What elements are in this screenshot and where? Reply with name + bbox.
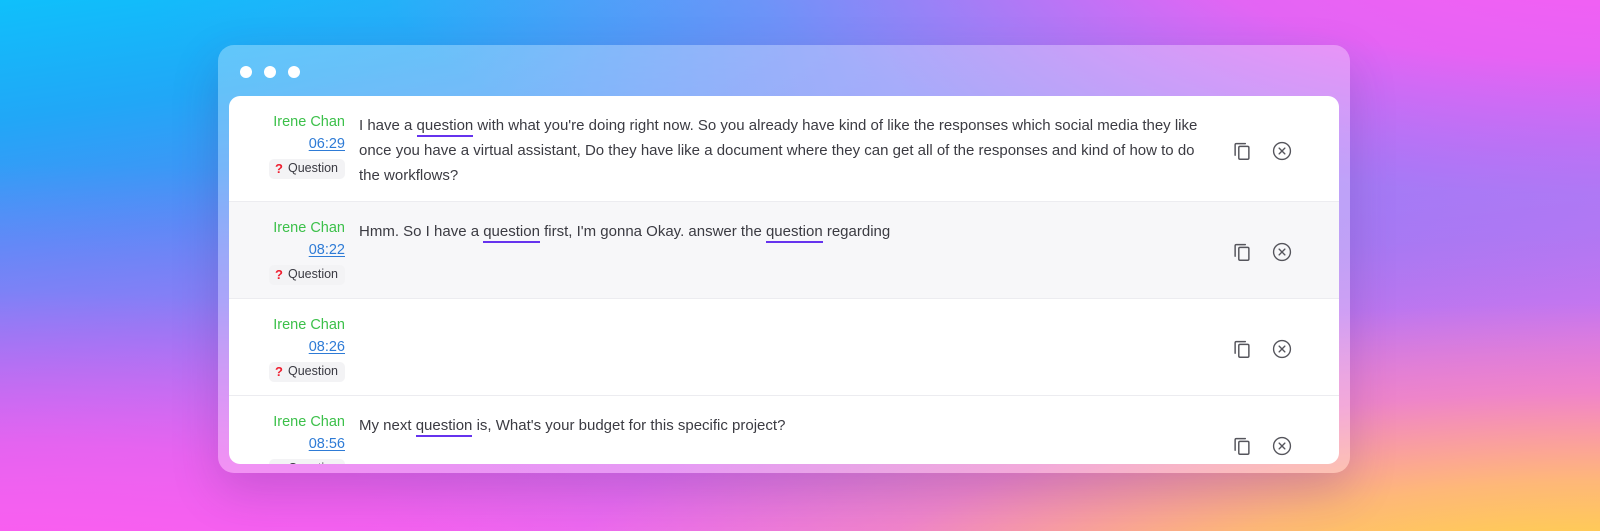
window-maximize-dot[interactable] (288, 65, 300, 78)
question-mark-icon: ? (275, 461, 283, 464)
window-close-dot[interactable] (240, 65, 252, 78)
transcript-body: My next question is, What's your budget … (345, 413, 1231, 464)
table-row[interactable]: Irene Chan 06:29? Question I have a questio… (229, 96, 1339, 202)
speaker-name: Irene Chan (273, 414, 345, 430)
transcript-text-segment: is, What's your budget for this specific… (472, 417, 786, 434)
status-badge[interactable]: ? Question (269, 159, 345, 179)
table-row[interactable]: Irene Chan 08:26? Question (229, 299, 1339, 396)
question-mark-icon: ? (275, 267, 283, 282)
keyword-highlight: question (415, 417, 473, 437)
status-badge-label: Question (287, 161, 338, 175)
row-meta: Irene Chan 08:56? Question (229, 413, 345, 464)
row-actions (1231, 338, 1339, 360)
transcript-body: Hmm. So I have a question first, I'm gon… (345, 219, 1231, 279)
copy-icon[interactable] (1231, 338, 1253, 360)
transcript-text-segment: regarding (822, 223, 891, 240)
question-mark-icon: ? (275, 364, 283, 379)
timestamp-link[interactable]: 06:29 (309, 135, 345, 154)
transcript-text-segment: with what you're doing right now. So you… (359, 117, 1198, 184)
app-window: Irene Chan 06:29? Question I have a questio… (218, 45, 1350, 473)
timestamp-link[interactable]: 08:26 (309, 338, 345, 357)
close-circle-icon[interactable] (1271, 338, 1293, 360)
table-row[interactable]: Irene Chan 08:56? Question My next question… (229, 396, 1339, 464)
row-meta: Irene Chan 08:22? Question (229, 219, 345, 285)
transcript-text: My next question is, What's your budget … (359, 413, 1211, 438)
status-badge-label: Question (288, 461, 338, 464)
window-minimize-dot[interactable] (264, 65, 276, 78)
window-titlebar (218, 45, 1350, 98)
timestamp-link[interactable]: 08:22 (309, 241, 345, 260)
transcript-card: Irene Chan 06:29? Question I have a questio… (229, 96, 1339, 464)
row-actions (1231, 241, 1339, 263)
row-actions (1231, 435, 1339, 457)
transcript-text: I have a question with what you're doing… (359, 113, 1211, 188)
timestamp-link[interactable]: 08:56 (309, 435, 345, 454)
transcript-row-list: Irene Chan 06:29? Question I have a questio… (229, 96, 1339, 464)
status-badge-label: Question (287, 364, 338, 378)
table-row[interactable]: Irene Chan 08:22? Question Hmm. So I have a… (229, 202, 1339, 299)
question-mark-icon: ? (275, 161, 283, 176)
speaker-name: Irene Chan (273, 317, 345, 333)
transcript-body (345, 316, 1231, 376)
row-actions (1231, 140, 1339, 162)
speaker-name: Irene Chan (273, 114, 345, 130)
transcript-text-segment: My next (359, 417, 416, 434)
keyword-highlight: question (765, 223, 823, 243)
transcript-body: I have a question with what you're doing… (345, 113, 1231, 188)
row-meta: Irene Chan 08:26? Question (229, 316, 345, 382)
status-badge[interactable]: ? Question (269, 459, 345, 464)
close-circle-icon[interactable] (1271, 241, 1293, 263)
copy-icon[interactable] (1231, 241, 1253, 263)
transcript-text-segment: I have a (359, 117, 417, 134)
close-circle-icon[interactable] (1271, 140, 1293, 162)
close-circle-icon[interactable] (1271, 435, 1293, 457)
keyword-highlight: question (483, 223, 540, 243)
copy-icon[interactable] (1231, 140, 1253, 162)
transcript-text-segment: first, I'm gonna Okay. answer the (539, 223, 766, 240)
transcript-text: Hmm. So I have a question first, I'm gon… (359, 219, 1211, 244)
status-badge-label: Question (287, 267, 338, 281)
keyword-highlight: question (416, 117, 474, 137)
speaker-name: Irene Chan (273, 220, 345, 236)
transcript-text-segment: Hmm. So I have a (359, 223, 484, 240)
status-badge[interactable]: ? Question (269, 265, 345, 285)
row-meta: Irene Chan 06:29? Question (229, 113, 345, 179)
status-badge[interactable]: ? Question (269, 362, 345, 382)
copy-icon[interactable] (1231, 435, 1253, 457)
